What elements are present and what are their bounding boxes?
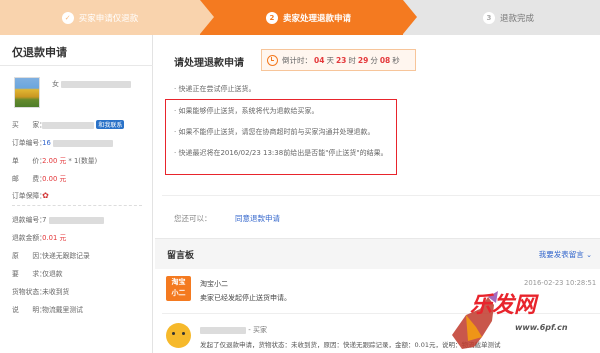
sidebar-title: 仅退款申请: [12, 46, 67, 59]
page-title: 请处理退款申请: [174, 58, 244, 69]
countdown-minutes: 29: [357, 55, 369, 65]
step-3-label: 退款完成: [499, 13, 534, 24]
status-note: · 快递最迟将在2016/02/23 13:38前给出是否能"停止送货"的结果。: [174, 149, 388, 157]
product-thumbnail[interactable]: [14, 77, 40, 108]
chevron-down-icon: ⌄: [586, 251, 592, 259]
status-note: · 如果不能停止送货，请您在协商超时前与买家沟通并处理退款。: [174, 128, 375, 136]
sidebar-divider: [0, 65, 153, 66]
description-row: 说 明： 物流戴里测试: [12, 306, 83, 314]
refund-amount: 0.01 元: [42, 234, 67, 242]
step-3: 3 退款完成: [403, 0, 600, 35]
redacted-text: [61, 80, 132, 88]
section-divider: [162, 195, 600, 196]
clock-icon: [267, 54, 278, 66]
contact-badge[interactable]: 和我联系: [96, 120, 125, 129]
countdown-timer: 倒计时： 04 天 23 时 29 分 08 秒: [261, 49, 416, 71]
message-author: 淘宝小二: [200, 280, 228, 288]
step-2-arrow: [403, 0, 417, 34]
refund-no-row: 退款编号： 7: [12, 214, 104, 224]
buyer-avatar: [166, 323, 191, 348]
redacted-order: [53, 139, 113, 147]
price-row: 单 价： 2.00 元 * 1(数量): [12, 157, 98, 165]
message-text: 卖家已经发起停止送货申请。: [200, 294, 291, 302]
step-1-check-icon: ✓: [61, 11, 74, 24]
shipping-row: 邮 费： 0.00 元: [12, 175, 67, 183]
quantity: * 1(数量): [66, 157, 98, 165]
options-label: 您还可以：: [174, 214, 212, 223]
refund-amount-row: 退款金额： 0.01 元: [12, 234, 67, 242]
step-2-number: 2: [265, 11, 278, 24]
message-author: - 买家: [200, 325, 267, 335]
status-note: · 如果能够停止送货，系统将代为退款给买家。: [174, 107, 319, 115]
countdown-days: 04: [314, 55, 325, 65]
watermark-url: www.6pf.cn: [515, 323, 568, 332]
progress-steps: ✓ 买家申请仅退款 2 卖家处理退款申请 3 退款完成: [0, 0, 600, 35]
shipping-value: 0.00 元: [42, 175, 67, 183]
step-3-number: 3: [482, 11, 495, 24]
post-message-link[interactable]: 我要发表留言 ⌄: [539, 249, 592, 260]
guarantee-icon[interactable]: ✿: [42, 191, 49, 200]
message-board-header: 留言板 我要发表留言 ⌄: [155, 238, 600, 269]
refund-info-sidebar: 仅退款申请 女 买 家： 和我联系 订单编号： 16 单 价： 2.00 元 *…: [0, 35, 153, 353]
step-1-arrow: [200, 0, 214, 34]
step-1: ✓ 买家申请仅退款: [0, 0, 200, 35]
step-2-label: 卖家处理退款申请: [282, 13, 351, 24]
buyer-row: 买 家： 和我联系: [12, 120, 125, 129]
watermark-logo-text: 乐发网: [470, 292, 537, 318]
message-board-title: 留言板: [167, 251, 195, 261]
taobao-xiaoer-avatar: 淘宝 小二: [166, 276, 191, 301]
requirement-row: 要 求： 仅退款: [12, 270, 63, 278]
sidebar-dashed-divider: [12, 205, 142, 206]
reason-row: 原 因： 快递无跟踪记录: [12, 252, 90, 260]
guarantee-row: 订单保障： ✿: [12, 191, 49, 200]
countdown-hours: 23: [335, 55, 347, 65]
order-row: 订单编号： 16: [12, 137, 113, 147]
countdown-seconds: 08: [379, 55, 391, 65]
step-2: 2 卖家处理退款申请: [200, 0, 403, 35]
redacted-buyer-name: [200, 326, 246, 334]
step-1-label: 买家申请仅退款: [78, 13, 139, 24]
price-value: 2.00 元: [42, 157, 67, 165]
order-number-link[interactable]: 16: [42, 139, 51, 147]
product-name[interactable]: 女: [52, 79, 132, 89]
status-note: · 快递正在尝试停止送货。: [174, 85, 256, 93]
agree-refund-link[interactable]: 同意退款申请: [235, 213, 280, 224]
redacted-refund-no: [48, 216, 104, 224]
redacted-buyer: [42, 121, 95, 129]
goods-status-row: 货物状态： 未收到货: [12, 288, 70, 296]
